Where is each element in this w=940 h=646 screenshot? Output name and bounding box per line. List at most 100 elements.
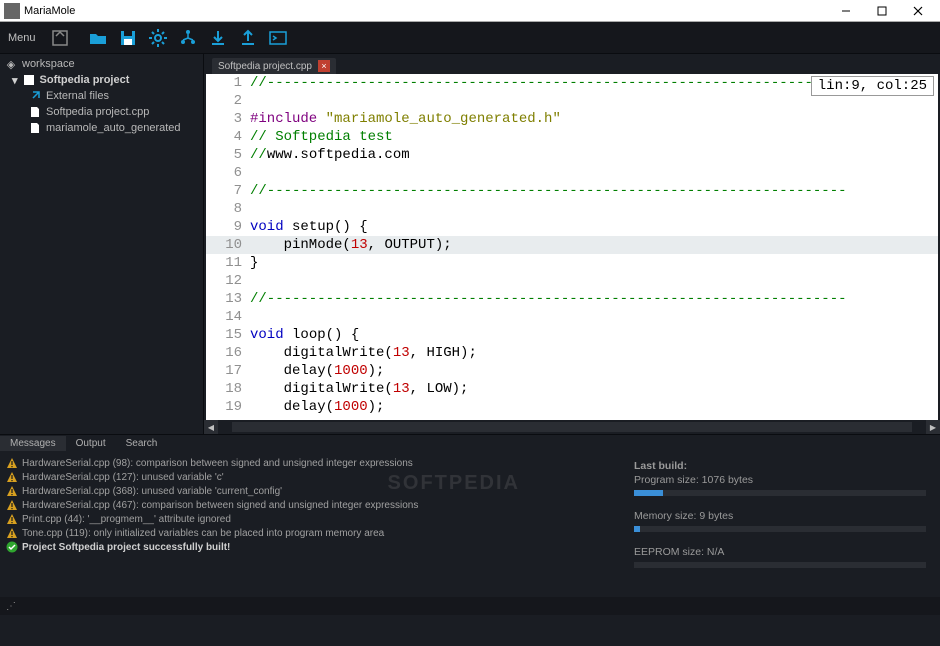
line-number: 1 xyxy=(206,74,250,92)
code-text: delay(1000); xyxy=(250,362,384,380)
code-line[interactable]: 19 delay(1000); xyxy=(206,398,938,416)
code-line[interactable]: 7//-------------------------------------… xyxy=(206,182,938,200)
message-line[interactable]: HardwareSerial.cpp (98): comparison betw… xyxy=(6,456,614,470)
code-text: // Softpedia test xyxy=(250,128,393,146)
code-line[interactable]: 15void loop() { xyxy=(206,326,938,344)
code-text: //--------------------------------------… xyxy=(250,74,847,92)
tree-root[interactable]: ◈ workspace xyxy=(0,56,203,72)
code-line[interactable]: 11} xyxy=(206,254,938,272)
code-text: //--------------------------------------… xyxy=(250,290,847,308)
message-text: HardwareSerial.cpp (127): unused variabl… xyxy=(22,472,224,483)
code-line[interactable]: 4// Softpedia test xyxy=(206,128,938,146)
code-text: pinMode(13, OUTPUT); xyxy=(250,236,452,254)
tree-project[interactable]: ▾ Softpedia project xyxy=(0,72,203,88)
line-number: 14 xyxy=(206,308,250,326)
tab-label: Softpedia project.cpp xyxy=(218,61,312,72)
line-number: 5 xyxy=(206,146,250,164)
workspace-icon: ◈ xyxy=(4,57,18,71)
code-line[interactable]: 18 digitalWrite(13, LOW); xyxy=(206,380,938,398)
toolbar: Menu xyxy=(0,22,940,54)
code-line[interactable]: 14 xyxy=(206,308,938,326)
code-line[interactable]: 17 delay(1000); xyxy=(206,362,938,380)
minimize-button[interactable] xyxy=(828,0,864,22)
app-icon xyxy=(4,3,20,19)
code-text: //--------------------------------------… xyxy=(250,182,847,200)
tree-label: Softpedia project.cpp xyxy=(46,106,149,118)
code-text: //www.softpedia.com xyxy=(250,146,410,164)
line-number: 15 xyxy=(206,326,250,344)
code-line[interactable]: 3#include "mariamole_auto_generated.h" xyxy=(206,110,938,128)
menu-item[interactable]: Menu xyxy=(4,31,44,45)
code-text: } xyxy=(250,254,258,272)
code-line[interactable]: 13//------------------------------------… xyxy=(206,290,938,308)
bottom-tab-bar: Messages Output Search xyxy=(0,434,940,452)
code-text: digitalWrite(13, LOW); xyxy=(250,380,468,398)
code-line[interactable]: 16 digitalWrite(13, HIGH); xyxy=(206,344,938,362)
warning-icon xyxy=(6,513,18,525)
horizontal-scrollbar[interactable]: ◀ ▶ xyxy=(204,420,940,434)
memory-size: Memory size: 9 bytes xyxy=(634,510,926,522)
tree-config-button[interactable] xyxy=(174,24,202,52)
code-text: void loop() { xyxy=(250,326,359,344)
scroll-track[interactable] xyxy=(232,422,912,432)
scroll-left-arrow[interactable]: ◀ xyxy=(204,420,218,434)
open-button[interactable] xyxy=(84,24,112,52)
code-line[interactable]: 5//www.softpedia.com xyxy=(206,146,938,164)
tab-output[interactable]: Output xyxy=(66,436,116,451)
chevron-down-icon: ▾ xyxy=(12,74,18,87)
message-line[interactable]: Tone.cpp (119): only initialized variabl… xyxy=(6,526,614,540)
tree-file[interactable]: Softpedia project.cpp xyxy=(0,104,203,120)
project-icon xyxy=(22,73,36,87)
title-bar: MariaMole xyxy=(0,0,940,22)
code-line[interactable]: 9void setup() { xyxy=(206,218,938,236)
line-number: 10 xyxy=(206,236,250,254)
editor-tab-bar: Softpedia project.cpp × xyxy=(204,54,940,74)
new-project-button[interactable] xyxy=(46,24,74,52)
message-line[interactable]: HardwareSerial.cpp (368): unused variabl… xyxy=(6,484,614,498)
message-text: HardwareSerial.cpp (98): comparison betw… xyxy=(22,458,413,469)
tree-label: External files xyxy=(46,90,109,102)
line-number: 19 xyxy=(206,398,250,416)
message-line[interactable]: HardwareSerial.cpp (127): unused variabl… xyxy=(6,470,614,484)
message-text: Project Softpedia project successfully b… xyxy=(22,542,230,553)
download-button[interactable] xyxy=(204,24,232,52)
terminal-button[interactable] xyxy=(264,24,292,52)
eeprom-size-bar xyxy=(634,562,926,568)
scroll-right-arrow[interactable]: ▶ xyxy=(926,420,940,434)
resize-grip-icon: ⋰ xyxy=(6,601,16,612)
close-button[interactable] xyxy=(900,0,936,22)
code-line[interactable]: 8 xyxy=(206,200,938,218)
warning-icon xyxy=(6,471,18,483)
save-button[interactable] xyxy=(114,24,142,52)
message-line[interactable]: Project Softpedia project successfully b… xyxy=(6,540,614,554)
memory-size-bar xyxy=(634,526,926,532)
warning-icon xyxy=(6,527,18,539)
message-text: HardwareSerial.cpp (467): comparison bet… xyxy=(22,500,418,511)
cursor-position: lin:9, col:25 xyxy=(811,76,934,96)
tab-close-button[interactable]: × xyxy=(318,60,330,72)
settings-button[interactable] xyxy=(144,24,172,52)
project-sidebar: ◈ workspace ▾ Softpedia project External… xyxy=(0,54,204,434)
maximize-button[interactable] xyxy=(864,0,900,22)
code-editor[interactable]: lin:9, col:25 1//-----------------------… xyxy=(206,74,938,420)
tree-external[interactable]: External files xyxy=(0,88,203,104)
build-label: Last build: xyxy=(634,460,926,472)
tab-search[interactable]: Search xyxy=(116,436,168,451)
message-line[interactable]: HardwareSerial.cpp (467): comparison bet… xyxy=(6,498,614,512)
code-line[interactable]: 6 xyxy=(206,164,938,182)
window-title: MariaMole xyxy=(24,5,828,17)
tab-messages[interactable]: Messages xyxy=(0,436,66,451)
warning-icon xyxy=(6,457,18,469)
tree-file[interactable]: mariamole_auto_generated xyxy=(0,120,203,136)
eeprom-size: EEPROM size: N/A xyxy=(634,546,926,558)
upload-button[interactable] xyxy=(234,24,262,52)
build-info-panel: Last build: Program size: 1076 bytes Mem… xyxy=(620,452,940,597)
message-line[interactable]: Print.cpp (44): '__progmem__' attribute … xyxy=(6,512,614,526)
message-text: HardwareSerial.cpp (368): unused variabl… xyxy=(22,486,282,497)
line-number: 17 xyxy=(206,362,250,380)
code-line[interactable]: 12 xyxy=(206,272,938,290)
line-number: 12 xyxy=(206,272,250,290)
code-line[interactable]: 10 pinMode(13, OUTPUT); xyxy=(206,236,938,254)
editor-tab[interactable]: Softpedia project.cpp × xyxy=(212,58,336,74)
line-number: 6 xyxy=(206,164,250,182)
